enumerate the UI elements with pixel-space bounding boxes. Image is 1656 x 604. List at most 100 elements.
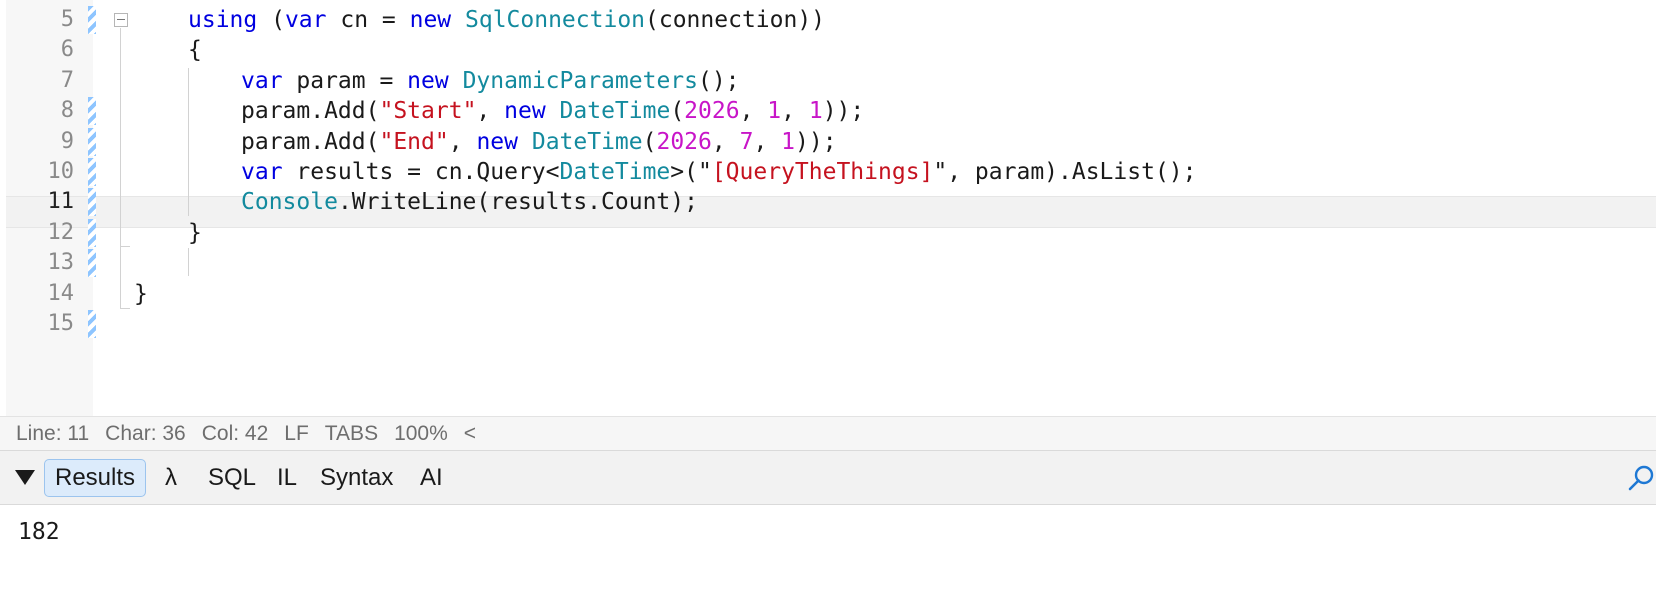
code-line[interactable]: } bbox=[134, 278, 148, 310]
results-toolbar: Results λ SQL IL Syntax AI bbox=[0, 450, 1656, 505]
code-token: ", param).AsList(); bbox=[933, 159, 1197, 185]
search-icon[interactable] bbox=[1626, 463, 1656, 493]
code-token: DynamicParameters bbox=[462, 67, 698, 94]
code-token: using bbox=[188, 7, 258, 33]
code-token: (); bbox=[697, 67, 740, 94]
tab-il[interactable]: IL bbox=[277, 459, 297, 497]
code-token: var bbox=[284, 7, 327, 33]
code-token: new bbox=[407, 67, 449, 94]
results-output-value: 182 bbox=[18, 519, 60, 545]
triangle-down-icon[interactable] bbox=[15, 470, 35, 485]
change-marker bbox=[88, 6, 96, 34]
line-number: 6 bbox=[60, 37, 74, 63]
code-token: { bbox=[188, 37, 202, 64]
code-token: cn = bbox=[326, 7, 410, 33]
code-token: , bbox=[781, 98, 809, 125]
code-editor[interactable]: 5 6 7 8 9 10 11 12 13 14 15 using (var cn = new Sq… bbox=[0, 0, 1656, 416]
code-token: ( bbox=[670, 98, 685, 125]
status-line: Line: 11 bbox=[16, 421, 90, 445]
code-token: , bbox=[739, 98, 768, 125]
tab-ai[interactable]: AI bbox=[420, 459, 443, 497]
code-token: Console bbox=[241, 189, 338, 216]
code-token: param = bbox=[282, 67, 408, 94]
code-token: SqlConnection bbox=[465, 7, 646, 33]
change-marker bbox=[88, 127, 96, 156]
code-token: [QueryTheThings] bbox=[711, 159, 934, 185]
code-line[interactable]: } bbox=[188, 217, 202, 249]
code-line[interactable]: param.Add("End", new DateTime(2026, 7, 1… bbox=[241, 126, 837, 158]
change-marker bbox=[88, 158, 96, 186]
code-line[interactable]: Console.WriteLine(results.Count); bbox=[241, 186, 698, 218]
code-token: 2026 bbox=[656, 128, 712, 155]
code-token: "Start" bbox=[379, 98, 477, 125]
line-number: 15 bbox=[47, 311, 75, 336]
tab-syntax[interactable]: Syntax bbox=[320, 459, 393, 497]
code-line[interactable]: { bbox=[188, 34, 202, 66]
status-zoom[interactable]: 100% bbox=[394, 422, 448, 446]
code-token: , bbox=[753, 128, 782, 155]
code-token: ( bbox=[257, 7, 285, 33]
line-number: 12 bbox=[47, 219, 75, 245]
code-token: , bbox=[711, 128, 740, 155]
code-token: "End" bbox=[379, 128, 449, 155]
line-number: 14 bbox=[47, 280, 75, 306]
code-token: , bbox=[448, 128, 477, 155]
fold-collapse-icon[interactable] bbox=[114, 13, 128, 27]
status-indent[interactable]: TABS bbox=[325, 422, 378, 446]
code-token: 1 bbox=[808, 98, 823, 125]
code-token: new bbox=[504, 98, 546, 125]
code-line[interactable]: var param = new DynamicParameters(); bbox=[241, 65, 740, 97]
status-bar: Line: 11 Char: 36 Col: 42 LF TABS 100% < bbox=[0, 416, 1656, 450]
tab-lambda[interactable]: λ bbox=[165, 459, 177, 497]
code-token: 2026 bbox=[684, 98, 740, 125]
code-token: )); bbox=[822, 98, 865, 125]
code-token: results = cn.Query< bbox=[282, 159, 560, 185]
code-token: new bbox=[409, 7, 452, 33]
line-number: 11 bbox=[47, 189, 75, 215]
collapse-status-button[interactable]: < bbox=[464, 422, 476, 446]
line-number: 10 bbox=[47, 159, 75, 184]
code-token: param.Add( bbox=[241, 128, 380, 155]
code-token: .WriteLine(results.Count); bbox=[337, 189, 698, 216]
code-token: DateTime bbox=[559, 98, 671, 125]
code-token: , bbox=[476, 98, 505, 125]
line-number: 13 bbox=[47, 250, 75, 276]
change-marker bbox=[88, 97, 96, 126]
code-line[interactable]: param.Add("Start", new DateTime(2026, 1,… bbox=[241, 95, 864, 127]
results-output-panel: 182 bbox=[0, 505, 1656, 604]
code-token: } bbox=[134, 280, 148, 307]
change-marker bbox=[88, 188, 96, 217]
code-token: var bbox=[241, 159, 283, 185]
line-number: 9 bbox=[60, 128, 74, 154]
code-token: >(" bbox=[670, 159, 712, 185]
code-token: DateTime bbox=[559, 159, 671, 185]
tab-sql[interactable]: SQL bbox=[208, 459, 256, 497]
code-token: var bbox=[241, 67, 283, 94]
code-line[interactable]: using (var cn = new SqlConnection(connec… bbox=[188, 4, 825, 36]
code-token: ( bbox=[642, 128, 657, 155]
status-col: Col: 42 bbox=[201, 421, 269, 445]
status-line-ending[interactable]: LF bbox=[284, 422, 309, 446]
code-token: 1 bbox=[781, 128, 795, 155]
status-char: Char: 36 bbox=[105, 421, 186, 445]
line-number: 5 bbox=[60, 7, 74, 32]
change-marker bbox=[88, 249, 96, 278]
line-number: 7 bbox=[60, 67, 74, 93]
code-token: DateTime bbox=[531, 128, 643, 155]
line-number: 8 bbox=[60, 98, 74, 124]
tab-results[interactable]: Results bbox=[44, 459, 147, 497]
code-token: 7 bbox=[739, 128, 754, 155]
change-marker bbox=[88, 218, 96, 247]
change-marker bbox=[88, 310, 96, 338]
code-token: param.Add( bbox=[241, 98, 380, 125]
code-token: (connection)) bbox=[645, 7, 826, 33]
code-line[interactable]: var results = cn.Query<DateTime>("[Query… bbox=[241, 156, 1197, 188]
code-token: 1 bbox=[767, 98, 782, 125]
code-token: } bbox=[188, 219, 202, 246]
code-token: )); bbox=[795, 128, 837, 155]
code-token: new bbox=[476, 128, 518, 155]
